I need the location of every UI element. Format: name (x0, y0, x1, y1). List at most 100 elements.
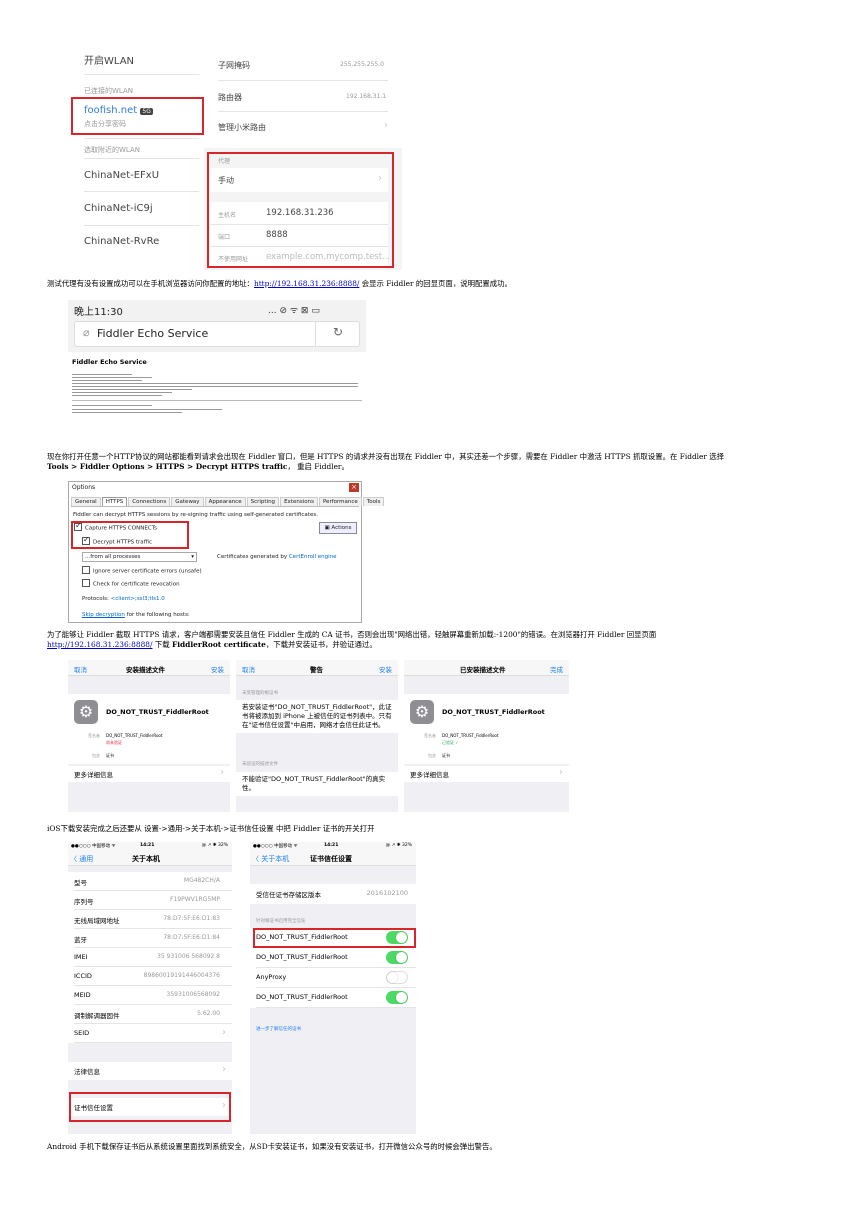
wlan-screenshot: 开启WLAN 已连接的WLAN foofish.net 5G 点击分享密码 选取… (68, 40, 402, 270)
signed-label: 签名者 (88, 733, 100, 738)
skip-link[interactable]: Skip decryption (82, 612, 125, 618)
ios-installed-screen: 已安装描述文件 完成 ⚙ DO_NOT_TRUST_FiddlerRoot 签名… (404, 660, 569, 812)
subnet-label: 子网掩码 (218, 61, 250, 70)
tab-bar: General HTTPS Connections Gateway Appearance… (71, 497, 385, 507)
certs-text: Certificates generated by CertEnroll eng… (217, 554, 337, 560)
close-icon[interactable]: × (349, 483, 359, 492)
tab-scripting[interactable]: Scripting (246, 497, 280, 506)
contains-value: 证书 (106, 753, 114, 758)
dialog-title: Options (72, 484, 96, 491)
network-item[interactable]: ChinaNet-iC9j (84, 203, 153, 214)
verified-status: 已验证 ✓ (442, 740, 459, 745)
tab-gateway[interactable]: Gateway (171, 497, 204, 506)
tab-general[interactable]: General (71, 497, 101, 506)
echo-link-2[interactable]: http://192.168.31.236:8888/ (47, 640, 152, 649)
ios-about-screen: ●●○○○ 中国移动 ᯤ 14:21 @ ↗ ✱ 32% 〈 通用 关于本机 型… (68, 842, 232, 1134)
status-battery: @ ↗ ✱ 32% (385, 843, 412, 848)
done-button[interactable]: 完成 (550, 664, 563, 674)
router-value: 192.168.31.1 (346, 93, 387, 100)
tab-connections[interactable]: Connections (128, 497, 171, 506)
list-item: 无线局域网地址 78:D7:5F:E6:D1:83 (74, 910, 232, 929)
chevron-right-icon: › (559, 767, 563, 778)
list-item: MEID 35931006568092 (74, 986, 232, 1005)
status-time: 14:21 (140, 843, 155, 848)
status-time: 14:21 (324, 843, 339, 848)
highlight-checkboxes (71, 521, 189, 549)
tab-appearance[interactable]: Appearance (204, 497, 246, 506)
paragraph-1: 测试代理有没有设置成功可以在手机浏览器访问你配置的地址：http://192.1… (47, 279, 512, 288)
highlight-connected (71, 97, 204, 135)
screen-title: 关于本机 (132, 855, 160, 863)
network-item[interactable]: ChinaNet-RvRe (84, 236, 159, 247)
list-item: 调制解调器固件 5.62.00 (74, 1005, 232, 1024)
echo-page-title: Fiddler Echo Service (72, 358, 147, 366)
https-intro: Fiddler can decrypt HTTPS sessions by re… (73, 512, 318, 518)
url-text: Fiddler Echo Service (97, 327, 209, 340)
back-button[interactable]: 〈 关于本机 (252, 854, 289, 864)
echo-link[interactable]: http://192.168.31.236:8888/ (254, 279, 359, 288)
chevron-right-icon: › (222, 1064, 226, 1075)
status-time: 晚上11:30 (74, 307, 123, 318)
address-bar[interactable]: ⌀ Fiddler Echo Service ↻ (74, 321, 360, 347)
tab-tools[interactable]: Tools (362, 497, 385, 506)
screen-title: 证书信任设置 (310, 855, 352, 863)
cert-name: DO_NOT_TRUST_FiddlerRoot (106, 708, 209, 716)
signed-label: 签名者 (424, 733, 436, 738)
list-item[interactable]: SEID › (74, 1024, 232, 1043)
link-icon: ⌀ (83, 326, 90, 339)
install-button[interactable]: 安装 (211, 664, 224, 674)
cancel-button[interactable]: 取消 (74, 664, 87, 674)
cert-row: DO_NOT_TRUST_FiddlerRoot (256, 948, 416, 968)
ios-install-screen: 取消 安装描述文件 安装 ⚙ DO_NOT_TRUST_FiddlerRoot … (68, 660, 230, 812)
list-item: 序列号 F19PWV1RG5MP (74, 891, 232, 910)
trust-toggle[interactable] (386, 991, 408, 1004)
tab-performance[interactable]: Performance (318, 497, 362, 506)
back-button[interactable]: 〈 通用 (70, 854, 93, 864)
protocols-row: Protocols: <client>;ssl3;tls1.0 (82, 596, 165, 602)
subnet-value: 255.255.255.0 (340, 61, 384, 68)
manage-router-row[interactable]: 管理小米路由 › (218, 120, 388, 133)
open-wlan-label: 开启WLAN (84, 56, 135, 67)
status-battery: @ ↗ ✱ 32% (201, 843, 228, 848)
connected-header: 已连接的WLAN (84, 87, 134, 95)
process-select[interactable]: ...from all processes ▾ (82, 552, 197, 562)
revocation-checkbox[interactable]: Check for certificate revocation (82, 579, 180, 588)
status-carrier: ●●○○○ 中国移动 ᯤ (253, 844, 298, 849)
list-item: ICCID 89860019191446004376 (74, 967, 232, 986)
section-header: 未验证的描述文件 (242, 762, 278, 767)
contains-value: 证书 (442, 753, 450, 758)
status-icons: ... ⊘ ᯤ ⊠ ▭ (268, 306, 320, 316)
signed-value: DO_NOT_TRUST_FiddlerRoot (106, 733, 163, 738)
trust-store-row: 受信任证书存储区版本 2016102100 (250, 884, 416, 904)
tab-extensions[interactable]: Extensions (280, 497, 318, 506)
more-details-row[interactable]: 更多详细信息 › (404, 766, 569, 782)
list-item: IMEI 35 931006 568092 8 (74, 948, 232, 967)
router-label: 路由器 (218, 93, 242, 102)
certenroll-link[interactable]: CertEnroll engine (289, 554, 337, 560)
protocols-link[interactable]: <client>;ssl3;tls1.0 (111, 596, 165, 602)
chevron-down-icon: ▾ (191, 554, 194, 560)
list-item: 型号 MG482CH/A (74, 872, 232, 891)
signed-value: DO_NOT_TRUST_FiddlerRoot (442, 733, 499, 738)
install-button[interactable]: 安装 (379, 664, 392, 674)
warning-text-1: 若安装证书"DO_NOT_TRUST_FiddlerRoot"，此证书将被添加到… (236, 700, 398, 733)
learn-more-link[interactable]: 进一步了解信任的证书 (256, 1026, 301, 1032)
options-dialog: Options × General HTTPS Connections Gateway… (68, 481, 385, 623)
legal-row[interactable]: 法律信息 › (68, 1062, 232, 1080)
trust-toggle[interactable] (386, 971, 408, 984)
contains-label: 包含 (92, 753, 100, 758)
skip-row: Skip decryption for the following hosts: (82, 612, 190, 618)
paragraph-3: 为了能够让 Fiddler 截取 HTTPS 请求，客户端都需要安装且信任 Fi… (47, 630, 657, 649)
ios-warning-screen: 取消 警告 安装 未受管理的根证书 若安装证书"DO_NOT_TRUST_Fid… (236, 660, 398, 812)
trust-toggle[interactable] (386, 951, 408, 964)
reload-icon[interactable]: ↻ (333, 325, 343, 339)
network-item[interactable]: ChinaNet-EFxU (84, 170, 159, 181)
paragraph-2: 现在你打开任意一个HTTP协议的网站都能看到请求会出现在 Fiddler 窗口，… (47, 452, 725, 471)
screen-title: 已安装描述文件 (460, 666, 506, 674)
cancel-button[interactable]: 取消 (242, 664, 255, 674)
actions-button[interactable]: ▣ Actions (319, 522, 357, 534)
more-details-row[interactable]: 更多详细信息 › (68, 766, 230, 782)
screen-title: 警告 (310, 666, 323, 674)
ignore-errors-checkbox[interactable]: Ignore server certificate errors (unsafe… (82, 566, 202, 575)
tab-https[interactable]: HTTPS (101, 497, 128, 506)
